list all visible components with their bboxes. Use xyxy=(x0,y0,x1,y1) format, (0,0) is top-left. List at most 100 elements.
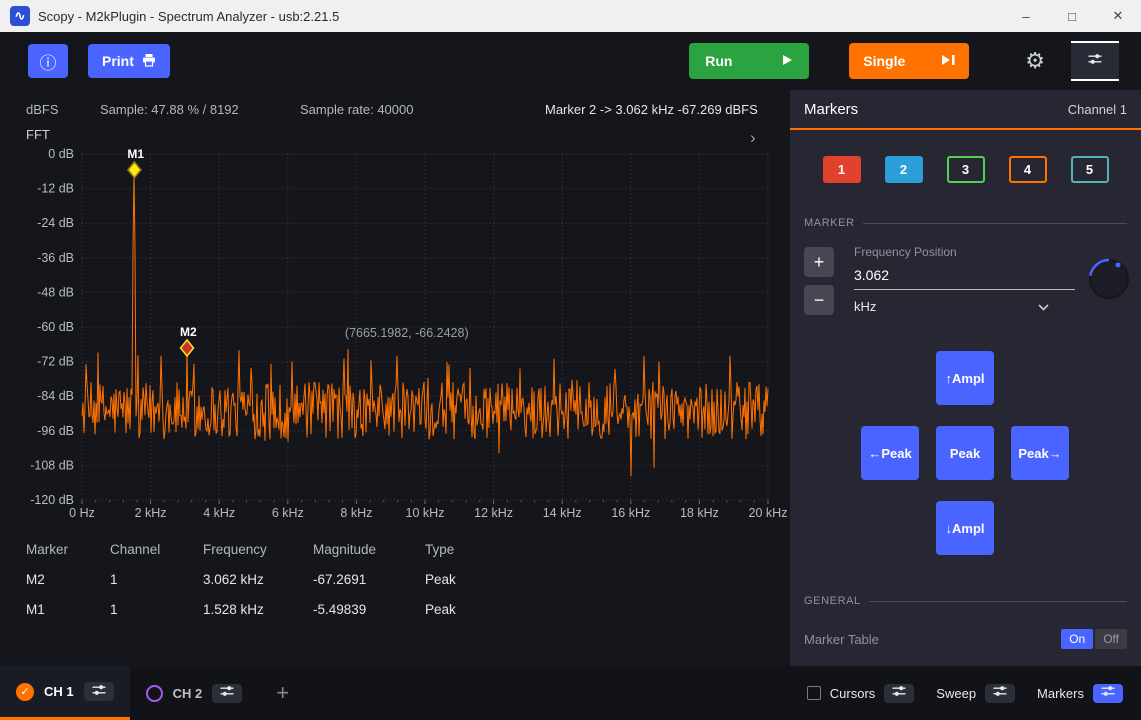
svg-text:-36 dB: -36 dB xyxy=(37,251,74,265)
cell-channel: 1 xyxy=(110,602,203,617)
cell-magnitude: -5.49839 xyxy=(313,602,425,617)
marker-table-toggle[interactable]: On Off xyxy=(1061,629,1127,649)
frequency-unit-dropdown[interactable]: kHz xyxy=(854,290,1075,314)
sweep-group: Sweep xyxy=(936,684,1015,703)
amplitude-down-button[interactable]: ↓Ampl xyxy=(936,501,994,555)
ch1-enabled-icon[interactable]: ✓ xyxy=(16,683,34,701)
svg-text:FFT: FFT xyxy=(26,127,50,142)
markers-settings-button[interactable] xyxy=(1093,684,1123,703)
single-button-label: Single xyxy=(863,53,905,69)
cell-frequency: 1.528 kHz xyxy=(203,602,313,617)
marker-2-button[interactable]: 2 xyxy=(885,156,923,183)
scopy-logo-icon: ∿ xyxy=(10,6,30,26)
divider xyxy=(863,223,1127,224)
svg-text:20 kHz: 20 kHz xyxy=(749,506,788,520)
cursors-sliders-icon xyxy=(891,684,907,702)
toggle-on[interactable]: On xyxy=(1061,629,1093,649)
marker-section-label: MARKER xyxy=(804,217,855,229)
col-frequency: Frequency xyxy=(203,542,313,557)
cell-magnitude: -67.2691 xyxy=(313,572,425,587)
panel-toggle-button[interactable] xyxy=(1071,41,1119,81)
marker-5-button[interactable]: 5 xyxy=(1071,156,1109,183)
info-button[interactable]: ⓘ xyxy=(28,44,68,78)
channel-1-tab[interactable]: ✓ CH 1 xyxy=(0,666,130,720)
frequency-unit-value: kHz xyxy=(854,299,876,314)
marker-1-button[interactable]: 1 xyxy=(823,156,861,183)
svg-text:0 Hz: 0 Hz xyxy=(69,506,95,520)
ch1-label: CH 1 xyxy=(44,684,74,699)
close-button[interactable]: ✕ xyxy=(1095,0,1141,32)
play-single-icon xyxy=(941,53,955,69)
markers-label: Markers xyxy=(1037,686,1084,701)
sweep-sliders-icon xyxy=(992,684,1008,702)
svg-text:2 kHz: 2 kHz xyxy=(135,506,167,520)
peak-left-button[interactable]: ←Peak xyxy=(861,426,919,480)
single-button[interactable]: Single xyxy=(849,43,969,79)
markers-group: Markers xyxy=(1037,684,1123,703)
marker-table-header: Marker Channel Frequency Magnitude Type xyxy=(0,534,790,564)
app-window: ∿ Scopy - M2kPlugin - Spectrum Analyzer … xyxy=(0,0,1141,720)
panel-header: Markers Channel 1 xyxy=(790,90,1141,130)
play-icon xyxy=(781,53,793,69)
cell-marker: M1 xyxy=(26,602,110,617)
window-controls: – □ ✕ xyxy=(1003,0,1141,32)
marker-table-setting: Marker Table On Off xyxy=(804,629,1127,649)
frequency-input[interactable]: 3.062 xyxy=(854,259,1075,290)
marker-table-setting-label: Marker Table xyxy=(804,632,879,647)
decrement-button[interactable]: − xyxy=(804,285,834,315)
info-icon: ⓘ xyxy=(40,49,57,74)
svg-text:(7665.1982, -66.2428): (7665.1982, -66.2428) xyxy=(345,326,469,340)
svg-text:10 kHz: 10 kHz xyxy=(406,506,445,520)
chevron-down-icon xyxy=(1038,299,1049,314)
marker-table-row: M1 1 1.528 kHz -5.49839 Peak xyxy=(0,594,790,624)
sweep-settings-button[interactable] xyxy=(985,684,1015,703)
main-area: dBFS Sample: 47.88 % / 8192 Sample rate:… xyxy=(0,90,1141,666)
increment-button[interactable]: + xyxy=(804,247,834,277)
frequency-knob[interactable] xyxy=(1087,257,1131,301)
ch2-disabled-icon[interactable] xyxy=(146,685,163,702)
divider xyxy=(869,601,1127,602)
frequency-position-control: + − Frequency Position 3.062 kHz xyxy=(790,245,1141,349)
minimize-button[interactable]: – xyxy=(1003,0,1049,32)
gear-icon[interactable]: ⚙ xyxy=(1025,50,1045,72)
svg-text:-96 dB: -96 dB xyxy=(37,424,74,438)
marker-table-row: M2 1 3.062 kHz -67.2691 Peak xyxy=(0,564,790,594)
cursors-checkbox[interactable] xyxy=(807,686,821,700)
cell-frequency: 3.062 kHz xyxy=(203,572,313,587)
col-type: Type xyxy=(425,542,790,557)
svg-text:14 kHz: 14 kHz xyxy=(543,506,582,520)
run-button[interactable]: Run xyxy=(689,43,809,79)
ch2-settings-button[interactable] xyxy=(212,684,242,703)
svg-text:16 kHz: 16 kHz xyxy=(611,506,650,520)
channel-2-tab[interactable]: CH 2 xyxy=(130,666,259,720)
svg-text:-24 dB: -24 dB xyxy=(37,216,74,230)
general-section-label: GENERAL xyxy=(804,595,861,607)
toggle-off[interactable]: Off xyxy=(1095,629,1127,649)
markers-panel: Markers Channel 1 1 2 3 4 5 MARKER + − xyxy=(790,90,1141,666)
ch1-settings-button[interactable] xyxy=(84,682,114,701)
cell-type: Peak xyxy=(425,572,790,587)
add-channel-button[interactable]: + xyxy=(276,680,289,706)
maximize-button[interactable]: □ xyxy=(1049,0,1095,32)
window-title: Scopy - M2kPlugin - Spectrum Analyzer - … xyxy=(38,9,339,24)
peak-right-button[interactable]: Peak→ xyxy=(1011,426,1069,480)
bottom-bar-right: Cursors Sweep Markers xyxy=(785,684,1141,703)
svg-text:-48 dB: -48 dB xyxy=(37,285,74,299)
spectrum-plot[interactable]: 0 Hz2 kHz4 kHz6 kHz8 kHz10 kHz12 kHz14 k… xyxy=(0,126,790,524)
cell-marker: M2 xyxy=(26,572,110,587)
cursors-settings-button[interactable] xyxy=(884,684,914,703)
svg-text:8 kHz: 8 kHz xyxy=(340,506,372,520)
amplitude-up-button[interactable]: ↑Ampl xyxy=(936,351,994,405)
marker-4-button[interactable]: 4 xyxy=(1009,156,1047,183)
peak-button[interactable]: Peak xyxy=(936,426,994,480)
titlebar: ∿ Scopy - M2kPlugin - Spectrum Analyzer … xyxy=(0,0,1141,32)
panel-title: Markers xyxy=(804,101,858,118)
svg-text:M2: M2 xyxy=(180,325,197,339)
col-magnitude: Magnitude xyxy=(313,542,425,557)
plot-area: dBFS Sample: 47.88 % / 8192 Sample rate:… xyxy=(0,90,790,666)
svg-text:0 dB: 0 dB xyxy=(48,147,74,161)
print-button[interactable]: Print xyxy=(88,44,170,78)
ch1-sliders-icon xyxy=(91,683,107,701)
marker-3-button[interactable]: 3 xyxy=(947,156,985,183)
markers-sliders-icon xyxy=(1100,684,1116,702)
